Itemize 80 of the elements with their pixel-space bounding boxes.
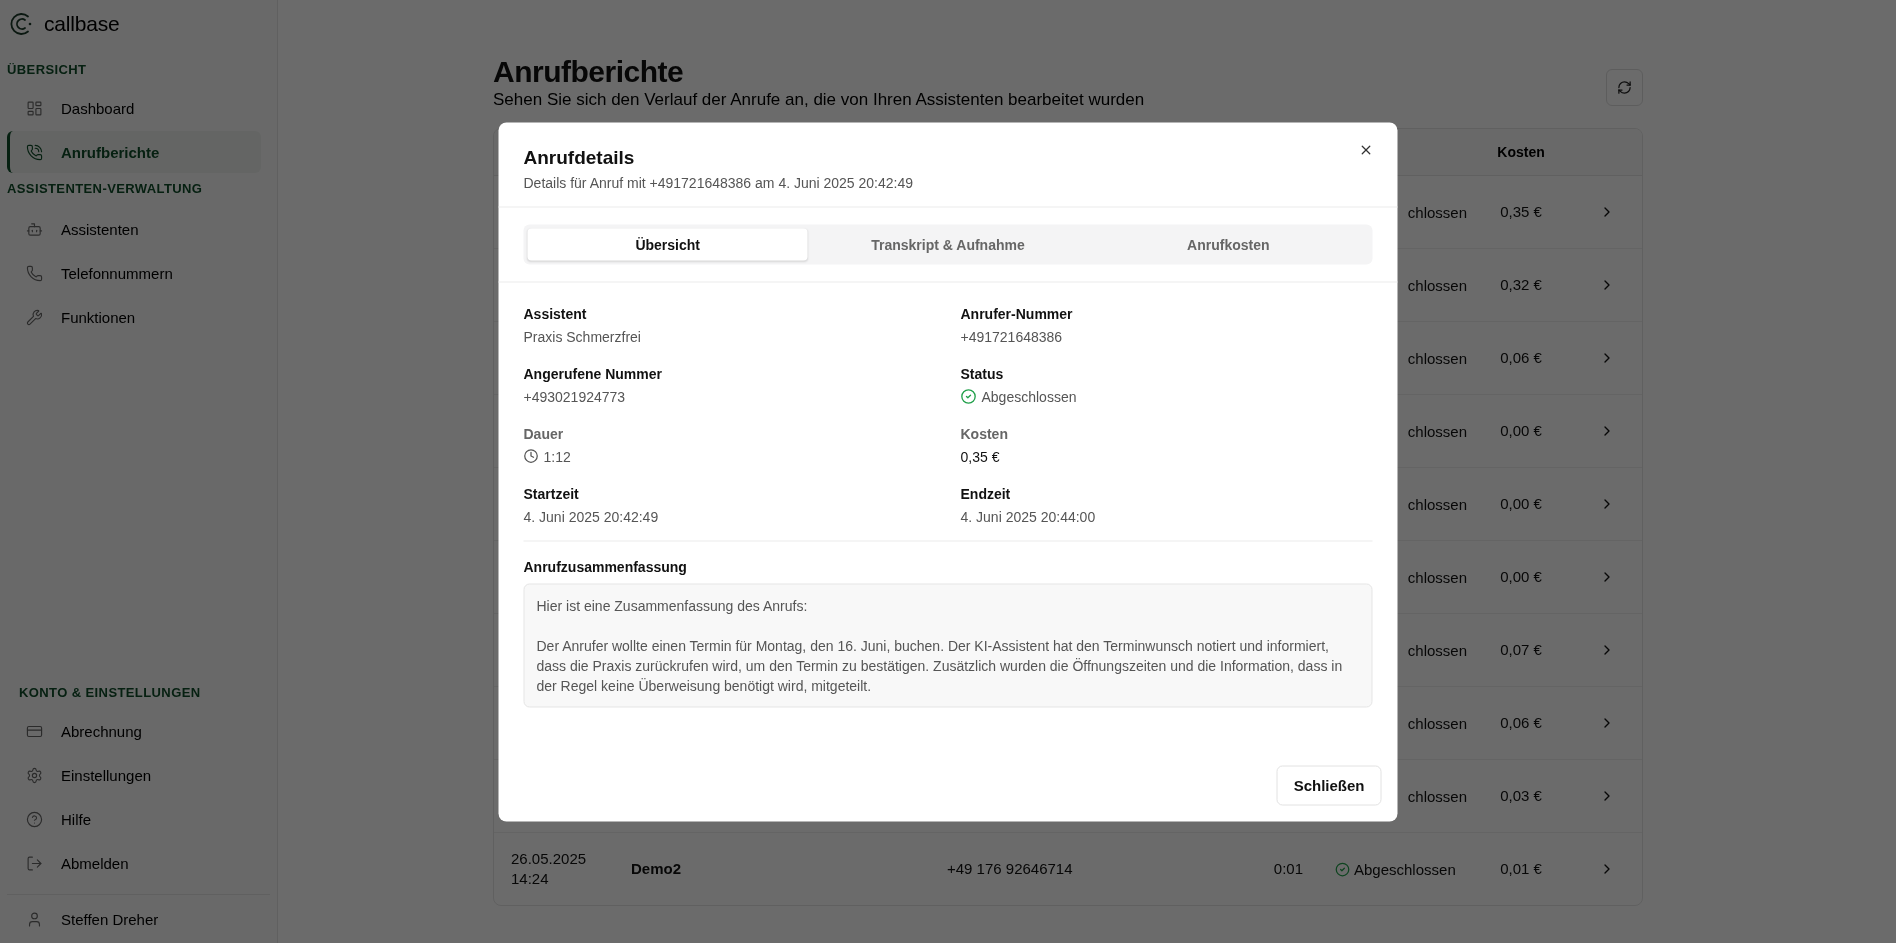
nav-item[interactable]: Telefonnummern	[7, 252, 261, 294]
status-text: chlossen	[1407, 787, 1467, 805]
field-value: Praxis Schmerzfrei	[523, 327, 642, 346]
table-cell-text: 0,00 €	[1499, 567, 1543, 587]
table-cell-text: 26.05.2025 14:24	[511, 849, 588, 889]
tab[interactable]: Anrufkosten	[1088, 228, 1369, 260]
table-cell-text: Demo2	[631, 859, 683, 879]
table-cell-text: 0,07 €	[1499, 640, 1543, 660]
dialog-subtitle: Details für Anruf mit +491721648386 am 4. Juni 2025 20:42:49	[523, 173, 914, 192]
field-label: Angerufene Nummer	[523, 364, 663, 382]
nav-item[interactable]: Abrechnung	[7, 710, 261, 752]
section-heading: ÜBERSICHT	[6, 62, 88, 79]
check-icon	[1335, 861, 1350, 877]
nav-item[interactable]: Dashboard	[7, 87, 261, 129]
table-cell-text: 0,00 €	[1499, 421, 1543, 441]
robot-icon	[26, 220, 43, 238]
field-value: Abgeschlossen	[981, 387, 1077, 406]
table-cell-text: 0,32 €	[1499, 275, 1543, 295]
user-icon	[26, 910, 43, 928]
table-cell-text: 0,35 €	[1499, 202, 1543, 222]
phone-call-icon	[26, 143, 43, 161]
status-text: chlossen	[1407, 349, 1467, 367]
refresh-icon	[1617, 80, 1632, 95]
grid-icon	[26, 99, 43, 117]
field-label: Anrufer-Nummer	[960, 304, 1074, 322]
check-icon	[960, 388, 977, 404]
user-item[interactable]: Steffen Dreher	[7, 894, 270, 943]
settings-icon	[26, 766, 43, 784]
field-value: 4. Juni 2025 20:42:49	[523, 507, 660, 526]
status-text: Abgeschlossen	[1354, 860, 1456, 878]
wrench-icon	[26, 308, 43, 326]
table-cell-text: 0,06 €	[1499, 348, 1543, 368]
phone-icon	[26, 264, 43, 282]
logout-icon	[26, 854, 43, 872]
help-icon	[26, 810, 43, 828]
nav-item[interactable]: Assistenten	[7, 208, 261, 250]
summary-paragraph: Der Anrufer wollte einen Termin für Montag, den 16. Juni, buchen. Der KI-Assistent hat den Terminwunsch notiert und informiert, dass die Praxis zurückrufen wird, um den Termin zu bestätigen. Zusätzlich wurden die Öffnungszeiten und die Information, dass in der Regel keine Überweisung benötigt wird, mitgeteilt.	[536, 636, 1344, 695]
logo-text: callbase	[44, 12, 120, 36]
field-label: Dauer	[523, 424, 565, 442]
column-heading: Kosten	[1496, 144, 1546, 160]
status-text: chlossen	[1407, 203, 1467, 221]
field-label: Status	[960, 364, 1005, 382]
nav-item[interactable]: Anrufberichte	[7, 131, 261, 173]
table-cell-text: +49 176 92646714	[947, 859, 1074, 879]
field-value: 1:12	[543, 447, 571, 466]
dialog-title: Anrufdetails	[523, 145, 635, 169]
nav-item[interactable]: Funktionen	[7, 296, 261, 338]
field-value: 0,35 €	[960, 447, 1001, 466]
tab[interactable]: Transkript & Aufnahme	[807, 228, 1089, 260]
field-label: Kosten	[960, 424, 1009, 442]
nav-item[interactable]: Einstellungen	[7, 754, 261, 796]
clock-icon	[523, 448, 539, 464]
status-text: chlossen	[1407, 495, 1467, 513]
nav-item[interactable]: Hilfe	[7, 798, 261, 840]
field-value: +493021924773	[523, 387, 627, 406]
summary-paragraph: Hier ist eine Zusammenfassung des Anrufs:	[536, 596, 809, 615]
field-label: Endzeit	[960, 484, 1012, 502]
page-title: Anrufberichte	[493, 54, 685, 90]
table-cell-text: 0,00 €	[1499, 494, 1543, 514]
section-heading: KONTO & EINSTELLUNGEN	[18, 685, 202, 702]
field-value: +491721648386	[960, 327, 1064, 346]
page-subtitle: Sehen Sie sich den Verlauf der Anrufe an, die von Ihren Assistenten bearbeitet wurden	[493, 90, 1145, 110]
status-text: chlossen	[1407, 422, 1467, 440]
status-text: chlossen	[1407, 641, 1467, 659]
table-cell-text: 0:01	[1272, 859, 1303, 879]
summary-heading: Anrufzusammenfassung	[523, 557, 688, 575]
field-label: Assistent	[523, 304, 588, 322]
table-cell-text: 0,03 €	[1499, 786, 1543, 806]
status-text: chlossen	[1407, 276, 1467, 294]
field-value: 4. Juni 2025 20:44:00	[960, 507, 1097, 526]
tab[interactable]: Übersicht	[527, 228, 808, 260]
table-cell-text: 0,01 €	[1499, 859, 1543, 879]
nav-item[interactable]: Abmelden	[7, 842, 261, 884]
status-text: chlossen	[1407, 714, 1467, 732]
status-text: chlossen	[1407, 568, 1467, 586]
refresh-button[interactable]	[1606, 69, 1643, 106]
close-dialog-button[interactable]: Schließen	[1276, 765, 1382, 805]
field-label: Startzeit	[523, 484, 580, 502]
table-cell-text: 0,06 €	[1499, 713, 1543, 733]
section-heading: ASSISTENTEN-VERWALTUNG	[6, 180, 204, 198]
